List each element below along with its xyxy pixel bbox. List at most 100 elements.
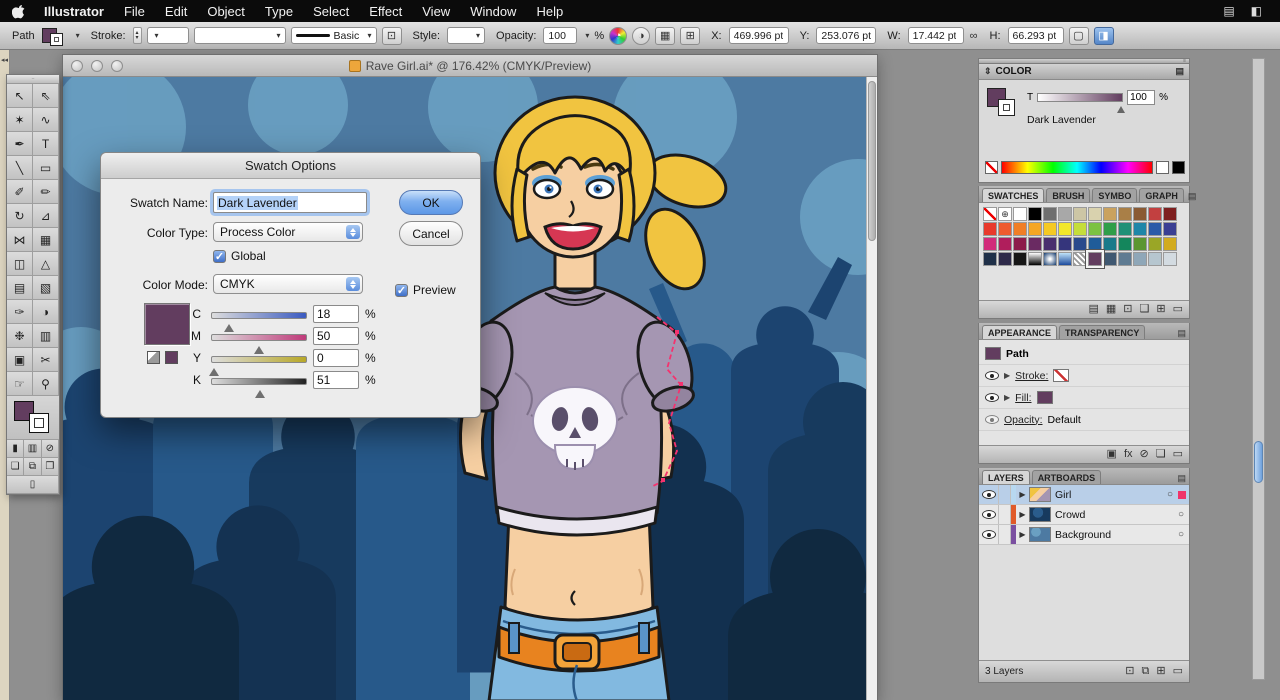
stroke-row[interactable]: ▶ Stroke:: [979, 365, 1189, 387]
layer-lock-cell[interactable]: [999, 485, 1011, 504]
panel-menu-icon[interactable]: ▤: [1177, 328, 1186, 339]
recolor-artwork-icon[interactable]: ◔: [609, 26, 628, 45]
new-effect-icon[interactable]: fx: [1124, 449, 1133, 460]
swatch[interactable]: [1043, 237, 1057, 251]
swatch[interactable]: [1148, 222, 1162, 236]
tools-panel-drag-bar[interactable]: ∙∙: [7, 75, 59, 84]
tab-swatches[interactable]: SWATCHES: [982, 188, 1045, 202]
free-transform-tool[interactable]: ▦: [33, 228, 59, 252]
layer-row-girl[interactable]: ▶ Girl ○: [979, 485, 1189, 505]
column-graph-tool[interactable]: ▥: [33, 324, 59, 348]
swatch[interactable]: [1163, 237, 1177, 251]
none-mode-button[interactable]: ⊘: [41, 440, 59, 458]
swatch-name-input[interactable]: Dark Lavender: [213, 192, 367, 213]
slice-tool[interactable]: ✂: [33, 348, 59, 372]
swatch[interactable]: [1163, 207, 1177, 221]
layer-row-crowd[interactable]: ▶ Crowd ○: [979, 505, 1189, 525]
delete-swatch-icon[interactable]: ▭: [1173, 304, 1183, 315]
layer-thumbnail[interactable]: [1029, 507, 1051, 522]
eyedropper-tool[interactable]: ✑: [7, 300, 33, 324]
color-mode-button[interactable]: ▮: [7, 440, 25, 458]
swatch[interactable]: [998, 252, 1012, 266]
color-mode-select[interactable]: CMYK: [213, 274, 363, 294]
layer-expand-icon[interactable]: ▶: [1016, 530, 1029, 539]
color-spectrum[interactable]: [1001, 161, 1153, 174]
opacity-input[interactable]: 100: [543, 27, 578, 44]
menu-help[interactable]: Help: [526, 0, 573, 22]
layer-expand-icon[interactable]: ▶: [1016, 490, 1029, 499]
type-tool[interactable]: T: [33, 132, 59, 156]
clear-appearance-icon[interactable]: ⊘: [1140, 449, 1149, 460]
swatch[interactable]: [1073, 252, 1087, 266]
app-scrollbar-thumb[interactable]: [1254, 441, 1263, 483]
swatch[interactable]: [1133, 207, 1147, 221]
color-panel-header[interactable]: ⇕ COLOR ▤: [979, 64, 1189, 80]
swatch[interactable]: [1148, 252, 1162, 266]
tint-value-field[interactable]: 100: [1127, 90, 1156, 105]
constrain-proportions-icon[interactable]: ∞: [970, 30, 978, 42]
layer-row-background[interactable]: ▶ Background ○: [979, 525, 1189, 545]
tab-appearance[interactable]: APPEARANCE: [982, 325, 1058, 339]
document-scrollbar[interactable]: [866, 77, 877, 700]
minimize-window-button[interactable]: [91, 59, 103, 72]
symbol-sprayer-tool[interactable]: ❉: [7, 324, 33, 348]
gradient-mode-button[interactable]: ▥: [24, 440, 42, 458]
adjust-colors-icon[interactable]: ◑: [632, 26, 651, 45]
global-checkbox-box[interactable]: ✓: [213, 249, 226, 263]
swatch[interactable]: [1088, 207, 1102, 221]
swatch[interactable]: [1118, 207, 1132, 221]
document-scrollbar-thumb[interactable]: [868, 81, 876, 241]
menu-file[interactable]: File: [114, 0, 155, 22]
swatch[interactable]: [1073, 237, 1087, 251]
hand-tool[interactable]: ☞: [7, 372, 33, 396]
panel-menu-icon[interactable]: ▤: [1175, 66, 1184, 77]
screen-mode-button[interactable]: ▯: [7, 476, 59, 494]
swatch[interactable]: [1058, 237, 1072, 251]
global-checkbox[interactable]: ✓ Global: [213, 249, 266, 263]
preview-checkbox-box[interactable]: ✓: [395, 283, 408, 297]
style-select[interactable]: ▾: [447, 27, 486, 44]
swatch[interactable]: [1028, 237, 1042, 251]
yellow-input[interactable]: 0: [313, 349, 359, 367]
fill-stroke-proxy[interactable]: [987, 88, 1021, 120]
perspective-grid-tool[interactable]: △: [33, 252, 59, 276]
apple-menu-icon[interactable]: [10, 3, 28, 19]
swatch-kinds-icon[interactable]: ▦: [1106, 304, 1116, 315]
draw-inside-button[interactable]: ❐: [41, 458, 59, 476]
swatch[interactable]: [1148, 207, 1162, 221]
h-input[interactable]: 66.293 pt: [1007, 27, 1064, 44]
w-input[interactable]: 17.442 pt: [907, 27, 964, 44]
swatch[interactable]: [1073, 222, 1087, 236]
yellow-slider[interactable]: [208, 356, 307, 376]
menu-view[interactable]: View: [412, 0, 460, 22]
new-swatch-icon[interactable]: ⊞: [1156, 304, 1165, 315]
magic-wand-tool[interactable]: ✶: [7, 108, 33, 132]
menu-edit[interactable]: Edit: [155, 0, 197, 22]
align-panel-icon[interactable]: ▦: [655, 26, 676, 45]
swatch[interactable]: [998, 237, 1012, 251]
tab-artboards[interactable]: ARTBOARDS: [1031, 470, 1102, 484]
draw-behind-button[interactable]: ⧉: [24, 458, 42, 476]
brush-definition-select[interactable]: Basic ▾: [290, 27, 377, 44]
swatch[interactable]: [998, 222, 1012, 236]
close-window-button[interactable]: [71, 59, 83, 72]
layer-name[interactable]: Crowd: [1055, 509, 1173, 521]
panel-menu-icon[interactable]: ▤: [1188, 191, 1197, 202]
black-slider[interactable]: [211, 378, 307, 398]
layer-name[interactable]: Background: [1055, 529, 1173, 541]
delete-layer-icon[interactable]: ▭: [1173, 666, 1183, 677]
swatch[interactable]: [1086, 250, 1104, 268]
new-layer-icon[interactable]: ⊞: [1156, 666, 1165, 677]
opacity-dropdown-icon[interactable]: ▾: [585, 31, 589, 40]
menu-object[interactable]: Object: [197, 0, 255, 22]
appearance-item-row[interactable]: Path: [979, 343, 1189, 365]
swatch[interactable]: [1088, 222, 1102, 236]
stroke-weight-select[interactable]: ▾: [146, 27, 189, 44]
gamut-color-chip[interactable]: [165, 351, 178, 364]
panel-toggle-icon[interactable]: ◨: [1093, 26, 1114, 45]
layer-lock-cell[interactable]: [999, 505, 1011, 524]
swatch[interactable]: [1043, 222, 1057, 236]
swatch[interactable]: [1043, 252, 1057, 266]
tab-symbols[interactable]: SYMBO: [1092, 188, 1138, 202]
draw-normal-button[interactable]: ❏: [7, 458, 25, 476]
